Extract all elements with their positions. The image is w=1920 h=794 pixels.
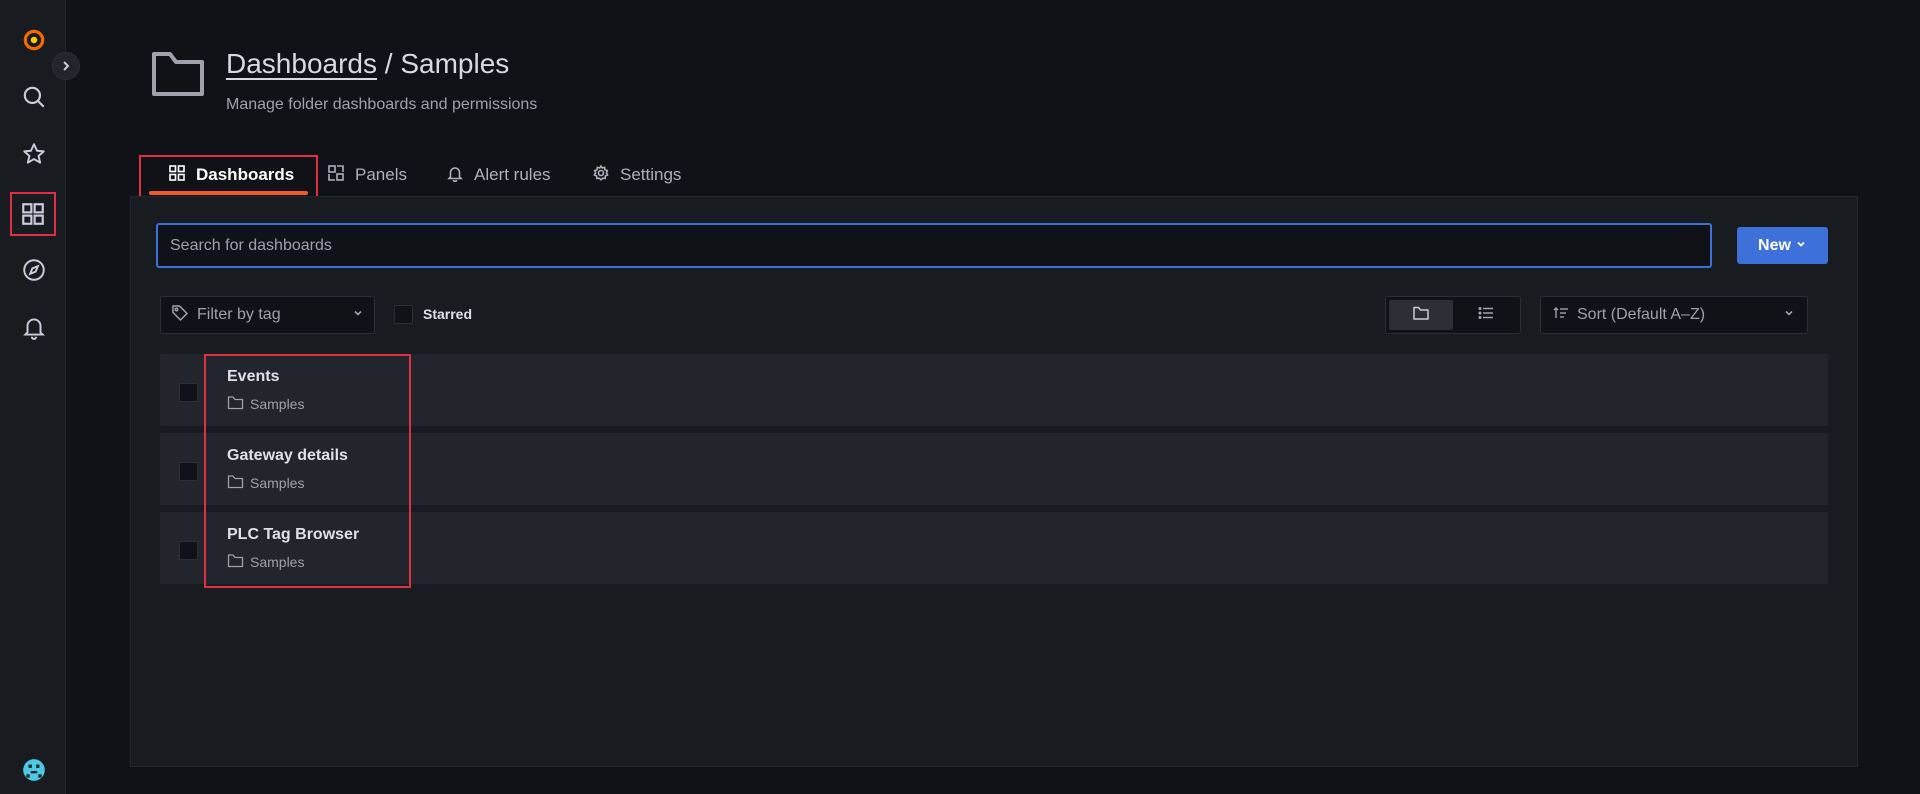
dashboard-folder: Samples: [227, 395, 304, 413]
folder-icon: [227, 395, 244, 413]
folder-icon: [227, 553, 244, 571]
folder-name: Samples: [250, 396, 305, 412]
view-mode-toggle: [1385, 296, 1521, 334]
folder-icon: [150, 48, 206, 100]
tab-alert-rules[interactable]: Alert rules: [446, 162, 551, 188]
new-button-label: New: [1758, 236, 1791, 254]
gear-icon: [592, 164, 610, 187]
folder-name: Samples: [250, 475, 305, 491]
filter-by-tag-select[interactable]: Filter by tag: [160, 296, 375, 334]
filter-label: Filter by tag: [197, 306, 281, 323]
dashboard-row[interactable]: PLC Tag Browser Samples: [160, 512, 1828, 584]
bell-icon[interactable]: [14, 307, 54, 347]
folder-name: Samples: [250, 554, 305, 570]
sort-select[interactable]: Sort (Default A–Z): [1540, 296, 1808, 334]
sidebar: [0, 0, 66, 794]
folder-icon: [1412, 304, 1430, 326]
compass-icon[interactable]: [14, 250, 54, 290]
folder-icon: [227, 474, 244, 492]
row-checkbox[interactable]: [179, 462, 198, 481]
active-tab-underline: [149, 191, 308, 195]
tag-icon: [171, 304, 189, 327]
chevron-down-icon: [1783, 306, 1795, 324]
list-view-button[interactable]: [1454, 300, 1518, 330]
sort-icon: [1553, 305, 1569, 326]
tab-panels[interactable]: Panels: [327, 162, 407, 188]
row-checkbox[interactable]: [179, 541, 198, 560]
dashboard-row[interactable]: Events Samples: [160, 354, 1828, 426]
tab-settings[interactable]: Settings: [592, 162, 681, 188]
tab-label: Alert rules: [474, 165, 551, 184]
dashboards-grid-icon[interactable]: [10, 192, 56, 236]
page-title: Dashboards / Samples: [226, 48, 509, 80]
breadcrumb-dashboards-link[interactable]: Dashboards: [226, 48, 377, 79]
sort-label: Sort (Default A–Z): [1577, 306, 1706, 323]
folder-view-button[interactable]: [1389, 300, 1453, 330]
star-icon[interactable]: [14, 134, 54, 174]
search-input[interactable]: [156, 223, 1712, 268]
search-icon[interactable]: [14, 77, 54, 117]
dashboard-folder: Samples: [227, 553, 304, 571]
tab-label: Settings: [620, 165, 682, 184]
breadcrumb-separator: /: [376, 48, 401, 79]
tab-label: Panels: [355, 165, 407, 184]
chevron-down-icon: [352, 306, 364, 324]
dashboard-title[interactable]: PLC Tag Browser: [227, 526, 359, 544]
grid-icon: [168, 164, 186, 187]
page-subtitle: Manage folder dashboards and permissions: [226, 96, 538, 113]
chevron-down-icon: [1795, 237, 1807, 255]
tab-dashboards[interactable]: Dashboards: [168, 162, 294, 188]
dashboard-title[interactable]: Gateway details: [227, 447, 348, 465]
user-avatar-icon[interactable]: [14, 750, 54, 790]
list-icon: [1477, 304, 1495, 326]
starred-label: Starred: [423, 306, 473, 322]
breadcrumb-current: Samples: [400, 48, 510, 79]
panels-icon: [327, 164, 345, 187]
dashboard-row[interactable]: Gateway details Samples: [160, 433, 1828, 505]
starred-checkbox[interactable]: [394, 305, 413, 324]
tab-label: Dashboards: [196, 165, 295, 184]
new-button[interactable]: New: [1737, 227, 1828, 264]
dashboard-title[interactable]: Events: [227, 368, 279, 386]
dashboard-folder: Samples: [227, 474, 304, 492]
row-checkbox[interactable]: [179, 383, 198, 402]
grafana-logo-icon[interactable]: [14, 20, 54, 60]
bell-icon: [446, 164, 464, 187]
expand-sidebar-button[interactable]: [52, 52, 80, 80]
